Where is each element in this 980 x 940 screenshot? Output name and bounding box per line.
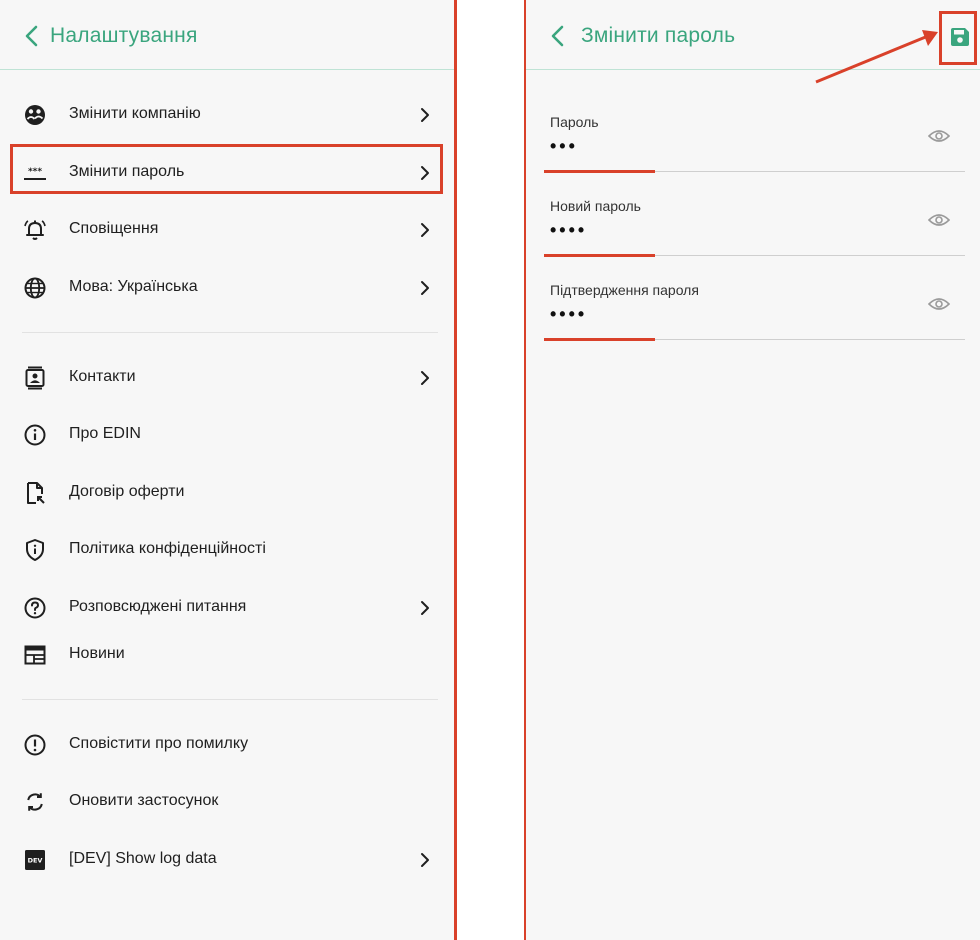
chevron-right-icon [421,853,429,867]
menu-item-label: Новини [69,645,125,662]
menu-item-label: Сповіщення [69,220,159,237]
field-label: Новий пароль [550,198,641,214]
new-password-field[interactable]: Новий пароль •••• [544,190,965,274]
menu-item-label: Політика конфіденційності [69,540,266,557]
eye-icon[interactable] [928,296,950,312]
menu-item-label: Змінити компанію [69,105,201,122]
menu-item-update-app[interactable]: Оновити застосунок [0,779,455,825]
section-divider [22,332,438,333]
dev-icon-text: DEV [28,857,43,865]
menu-item-change-company[interactable]: Змінити компанію [0,92,455,138]
page-title: Налаштування [50,24,198,47]
save-button-highlight [939,11,977,65]
annotation-arrow [815,30,938,84]
password-input[interactable]: ••• [550,136,578,157]
menu-item-label: Контакти [69,368,136,385]
menu-item-label: Мова: Українська [69,278,198,295]
field-underline-highlight [544,254,655,257]
field-underline-highlight [544,170,655,173]
menu-item-privacy-policy[interactable]: Політика конфіденційності [0,527,455,573]
annotation-line-left-panel [454,0,457,940]
menu-item-language[interactable]: Мова: Українська [0,265,455,311]
field-underline-highlight [544,338,655,341]
field-label: Пароль [550,114,599,130]
menu-item-faq[interactable]: Розповсюджені питання [0,585,455,631]
info-icon [24,424,46,446]
menu-item-offer-agreement[interactable]: Договір оферти [0,470,455,516]
chevron-right-icon [421,223,429,237]
chevron-right-icon [421,601,429,615]
refresh-icon [27,793,43,811]
menu-item-report-bug[interactable]: Сповістити про помилку [0,722,455,768]
help-icon [24,597,46,619]
settings-header: Налаштування [0,0,455,70]
menu-item-news[interactable]: Новини [0,632,455,678]
chevron-right-icon [421,281,429,295]
shield-icon [26,539,44,561]
news-icon [24,645,46,665]
back-arrow-icon[interactable] [548,24,568,48]
menu-item-label: [DEV] Show log data [69,850,217,867]
settings-screen: Налаштування Змінити компанію *** Змінит… [0,0,455,940]
menu-item-label: Договір оферти [69,483,185,500]
new-password-input[interactable]: •••• [550,220,587,241]
eye-icon[interactable] [928,212,950,228]
page-title: Змінити пароль [581,24,736,47]
menu-item-label: Про EDIN [69,425,141,442]
section-divider [22,699,438,700]
alert-icon [24,734,46,756]
menu-item-contacts[interactable]: Контакти [0,355,455,401]
bell-icon [24,220,46,240]
chevron-right-icon [421,108,429,122]
menu-item-label: Сповістити про помилку [69,735,249,752]
chevron-right-icon [421,371,429,385]
company-icon [25,105,45,125]
dev-icon: DEV [25,850,45,870]
menu-item-about[interactable]: Про EDIN [0,412,455,458]
field-label: Підтвердження пароля [550,282,699,298]
back-arrow-icon[interactable] [22,24,42,48]
change-password-highlight [10,144,443,194]
globe-icon [24,277,46,299]
password-field[interactable]: Пароль ••• [544,106,965,190]
menu-item-notifications[interactable]: Сповіщення [0,207,455,253]
eye-icon[interactable] [928,128,950,144]
confirm-password-input[interactable]: •••• [550,304,587,325]
document-icon [27,482,45,504]
menu-item-dev-log[interactable]: DEV [DEV] Show log data [0,837,455,883]
menu-item-label: Оновити застосунок [69,792,219,809]
contacts-icon [25,366,45,390]
menu-item-label: Розповсюджені питання [69,598,247,615]
confirm-password-field[interactable]: Підтвердження пароля •••• [544,274,965,358]
